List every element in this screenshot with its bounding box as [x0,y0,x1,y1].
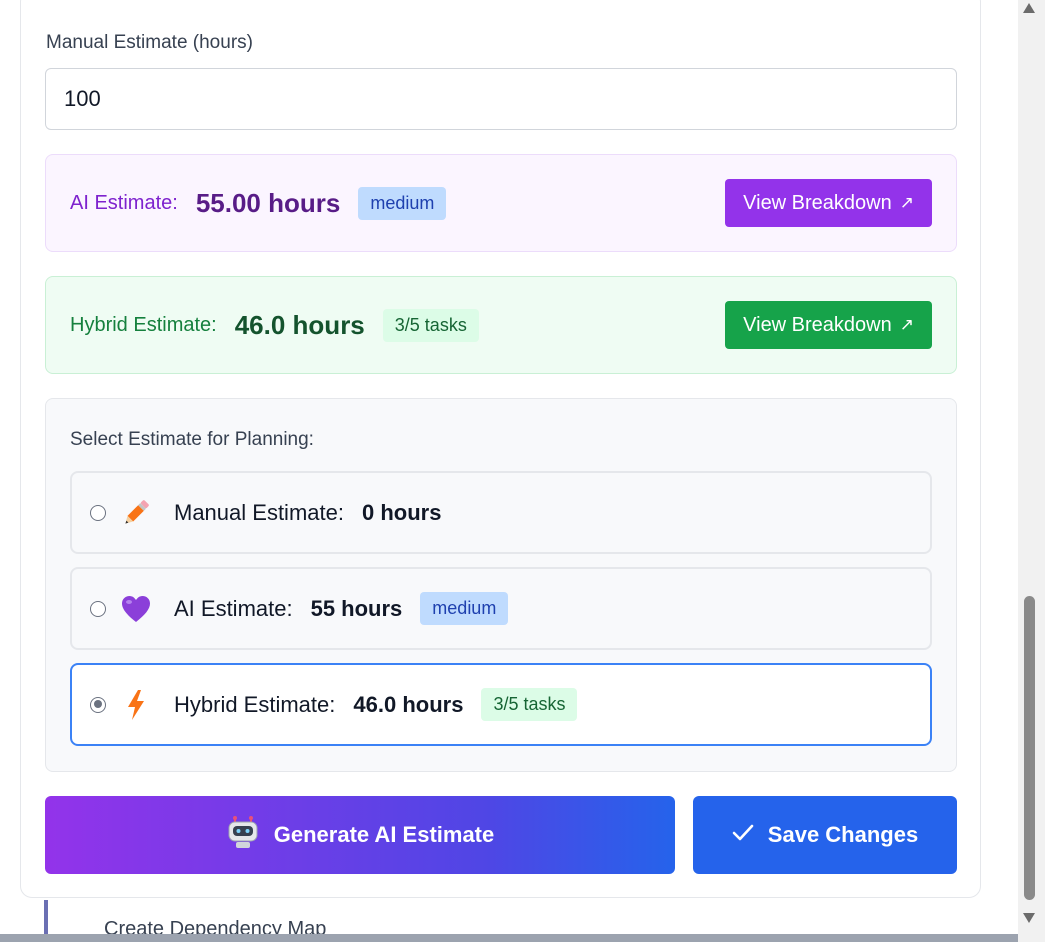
ai-view-breakdown-label: View Breakdown [743,191,892,214]
option-ai-badge: medium [420,592,509,625]
option-ai[interactable]: AI Estimate: 55 hours medium [70,567,932,650]
ai-estimate-label: AI Estimate: [70,191,178,214]
hybrid-estimate-label: Hybrid Estimate: [70,313,217,336]
scroll-up-arrow-icon[interactable] [1021,0,1037,16]
scrollbar-thumb[interactable] [1024,596,1035,900]
ai-estimate-box: AI Estimate: 55.00 hours medium View Bre… [45,154,957,252]
hybrid-estimate-value: 46.0 hours [234,309,365,340]
save-changes-button[interactable]: Save Changes [693,796,957,874]
hybrid-view-breakdown-button[interactable]: View Breakdown ↗ [725,301,932,349]
option-manual-label: Manual Estimate: [174,499,344,525]
ai-estimate-value: 55.00 hours [195,187,341,218]
scroll-down-arrow-icon[interactable] [1021,910,1037,926]
option-hybrid-value: 46.0 hours [353,691,464,717]
robot-icon [226,815,260,855]
estimate-selection-panel: Select Estimate for Planning: Manual Est… [45,398,957,772]
option-hybrid-badge: 3/5 tasks [481,688,578,721]
option-hybrid[interactable]: Hybrid Estimate: 46.0 hours 3/5 tasks [70,663,932,746]
save-changes-label: Save Changes [767,822,919,847]
generate-ai-estimate-button[interactable]: Generate AI Estimate [45,796,675,874]
complexity-badge: medium [358,186,447,220]
ai-view-breakdown-button[interactable]: View Breakdown ↗ [725,179,932,227]
manual-estimate-label: Manual Estimate (hours) [46,32,253,53]
option-manual[interactable]: Manual Estimate: 0 hours [70,471,932,554]
radio-hybrid[interactable] [90,696,106,713]
hybrid-estimate-box: Hybrid Estimate: 46.0 hours 3/5 tasks Vi… [45,276,957,374]
manual-estimate-input[interactable] [45,68,957,130]
purple-heart-icon [120,593,152,625]
option-ai-label: AI Estimate: [174,595,293,621]
radio-manual[interactable] [90,504,106,521]
option-hybrid-label: Hybrid Estimate: [174,691,336,717]
external-link-icon: ↗ [899,315,914,334]
selection-title: Select Estimate for Planning: [70,429,314,450]
external-link-icon: ↗ [899,193,914,212]
radio-ai[interactable] [90,600,106,617]
checkmark-icon [732,822,754,848]
hybrid-view-breakdown-label: View Breakdown [743,313,892,336]
pencil-icon [120,497,152,529]
option-manual-value: 0 hours [361,499,442,525]
generate-ai-estimate-label: Generate AI Estimate [273,822,495,847]
option-ai-value: 55 hours [310,595,403,621]
lightning-icon [120,689,152,721]
horizontal-scroll-track [0,934,1018,942]
tasks-badge: 3/5 tasks [382,308,479,342]
